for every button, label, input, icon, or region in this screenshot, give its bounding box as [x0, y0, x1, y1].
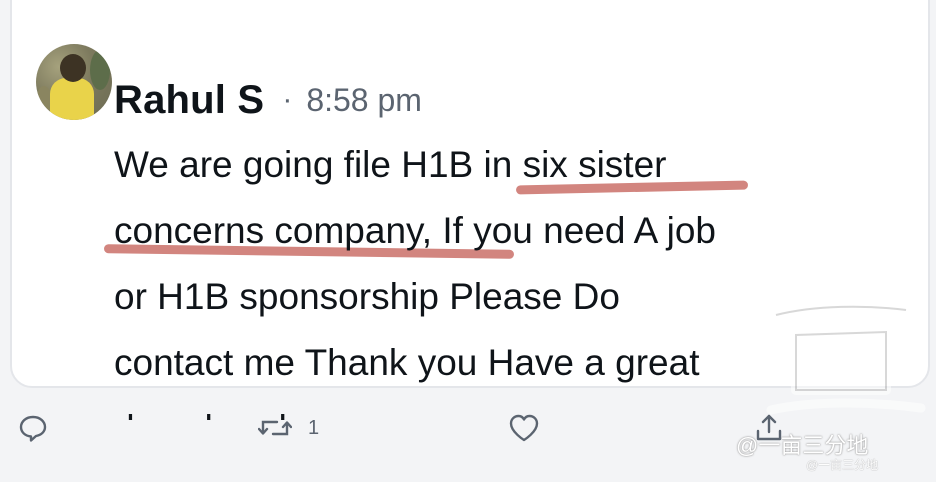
header-separator: · [282, 83, 293, 116]
author-name[interactable]: Rahul S [114, 78, 264, 123]
tweet-text-line: concerns company, If you need A job [114, 210, 716, 251]
retweet-count: 1 [308, 416, 320, 439]
reply-button[interactable] [18, 413, 48, 443]
avatar-head [60, 54, 86, 82]
avatar[interactable] [36, 44, 112, 120]
like-button[interactable] [508, 413, 540, 443]
tweet-time[interactable]: 8:58 pm [306, 82, 422, 119]
watermark-small-text: @一亩三分地 [806, 458, 879, 472]
avatar-bg-foliage [90, 50, 110, 90]
retweet-button[interactable]: 1 [258, 413, 319, 443]
reply-icon [19, 415, 47, 442]
tweet-header: Rahul S · 8:58 pm [114, 72, 422, 128]
retweet-icon [258, 420, 292, 436]
heart-icon [509, 414, 539, 442]
tweet-text-line: We are going file H1B in six sister [114, 144, 667, 185]
watermark-logo [766, 275, 926, 415]
avatar-shirt [50, 78, 94, 120]
